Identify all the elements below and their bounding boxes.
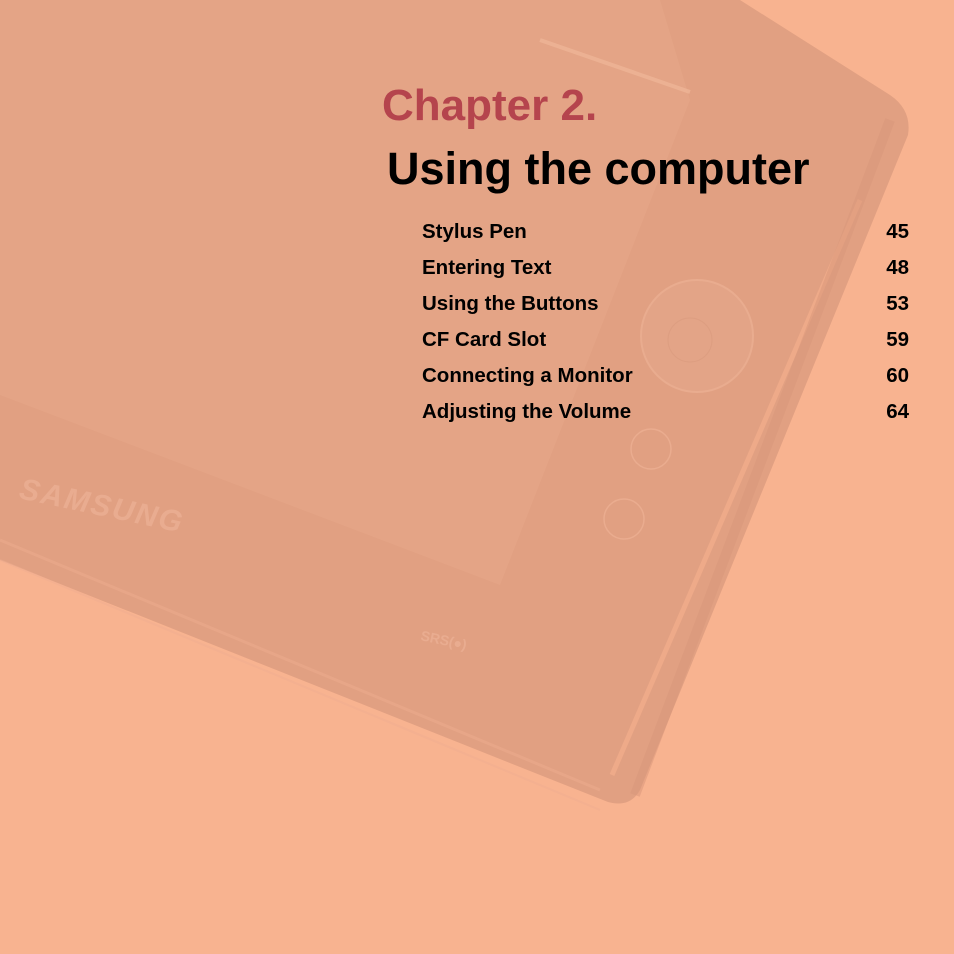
chapter-title: Using the computer (387, 143, 810, 194)
toc-item-label: CF Card Slot (422, 328, 547, 351)
table-of-contents: Stylus Pen 45 Entering Text 48 Using the… (422, 218, 909, 434)
toc-item-page: 60 (886, 364, 909, 387)
toc-item-connecting-a-monitor[interactable]: Connecting a Monitor 60 (422, 362, 909, 398)
toc-item-label: Using the Buttons (422, 292, 599, 315)
chapter-number: Chapter 2. (382, 81, 598, 130)
toc-item-page: 45 (886, 220, 909, 243)
toc-item-stylus-pen[interactable]: Stylus Pen 45 (422, 218, 909, 254)
toc-item-page: 53 (886, 292, 909, 315)
toc-item-label: Stylus Pen (422, 220, 527, 243)
toc-item-page: 48 (886, 256, 909, 279)
toc-item-page: 64 (886, 400, 909, 423)
toc-item-using-the-buttons[interactable]: Using the Buttons 53 (422, 290, 909, 326)
toc-item-cf-card-slot[interactable]: CF Card Slot 59 (422, 326, 909, 362)
toc-item-label: Entering Text (422, 256, 552, 279)
toc-item-label: Connecting a Monitor (422, 364, 633, 387)
toc-item-page: 59 (886, 328, 909, 351)
toc-item-label: Adjusting the Volume (422, 400, 632, 423)
toc-item-entering-text[interactable]: Entering Text 48 (422, 254, 909, 290)
toc-item-adjusting-the-volume[interactable]: Adjusting the Volume 64 (422, 398, 909, 434)
